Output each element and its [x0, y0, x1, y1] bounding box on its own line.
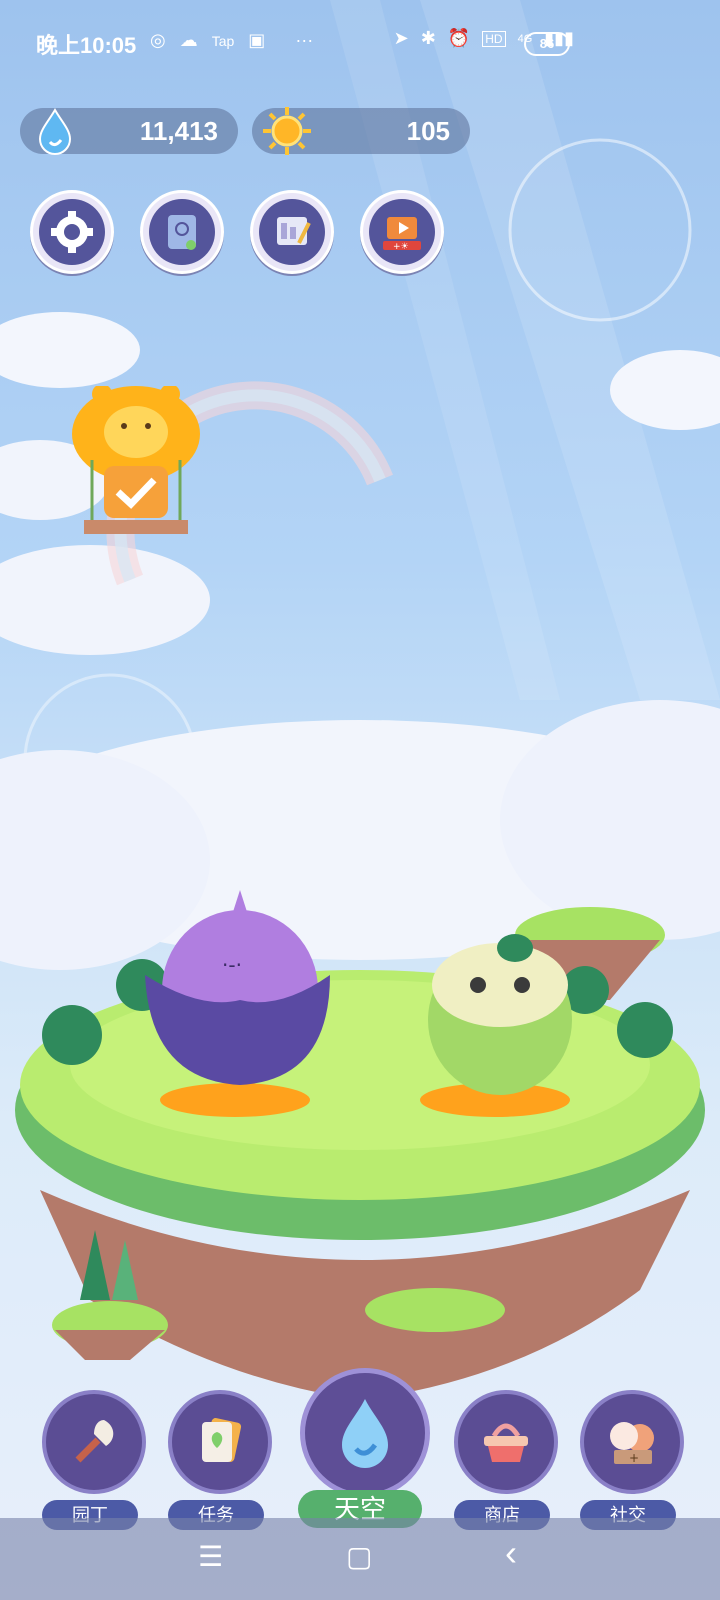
- back-key[interactable]: ‹: [505, 1532, 517, 1574]
- water-counter: 11,413: [20, 108, 238, 155]
- shop-button[interactable]: [454, 1390, 558, 1494]
- status-bar: 晚上10:05 ◎ ☁ Tap ▣ ··· ➤ ✱ ⏰ HD 4G ▮▮▮ 86: [0, 0, 720, 88]
- status-app-icons: ◎ ☁ Tap ▣ ···: [150, 30, 313, 51]
- settings-button[interactable]: [30, 190, 114, 274]
- notes-icon: [277, 217, 311, 245]
- sun-value: 105: [406, 116, 450, 146]
- status-time: 晚上10:05: [36, 33, 137, 58]
- task-card-icon: [202, 1418, 242, 1462]
- netease-icon: ◎: [150, 30, 166, 50]
- gear-icon: [51, 211, 93, 253]
- friends-icon: +: [610, 1422, 654, 1465]
- plant-book-button[interactable]: [140, 190, 224, 274]
- water-drop-icon: [38, 108, 72, 155]
- hd-icon: HD: [482, 30, 506, 47]
- video-reward-button[interactable]: +☀: [360, 190, 444, 274]
- alarm-icon: ⏰: [447, 28, 471, 48]
- check-icon: [104, 466, 168, 518]
- water-value: 11,413: [139, 116, 218, 146]
- board-button[interactable]: [250, 190, 334, 274]
- sun-icon: [263, 107, 311, 155]
- system-nav-bar: ☰ ▢ ‹: [0, 1518, 720, 1600]
- basket-icon: [484, 1423, 528, 1462]
- book-icon: [168, 215, 196, 250]
- svg-text:·-·: ·-·: [222, 953, 242, 977]
- sun-counter: 105: [252, 107, 470, 155]
- svg-text:+: +: [629, 1451, 639, 1465]
- home-key[interactable]: ▢: [346, 1540, 372, 1573]
- trowel-icon: [75, 1420, 114, 1463]
- sky-button[interactable]: [300, 1368, 430, 1498]
- gardener-button[interactable]: [42, 1390, 146, 1494]
- tap-icon: Tap: [211, 32, 235, 49]
- more-icon: ···: [295, 30, 314, 50]
- menu-key[interactable]: ☰: [198, 1540, 223, 1573]
- wechat-icon: ☁: [179, 30, 198, 50]
- tv-icon: +☀: [383, 217, 421, 252]
- bilibili-icon: ▣: [248, 30, 266, 50]
- social-button[interactable]: +: [580, 1390, 684, 1494]
- battery-indicator: 86: [524, 32, 570, 56]
- water-drop-icon: [342, 1399, 388, 1468]
- bear-balloon[interactable]: [68, 386, 204, 546]
- svg-text:+☀: +☀: [393, 242, 409, 252]
- bluetooth-icon: ✱: [420, 28, 436, 48]
- location-icon: ➤: [393, 28, 409, 48]
- tasks-button[interactable]: [168, 1390, 272, 1494]
